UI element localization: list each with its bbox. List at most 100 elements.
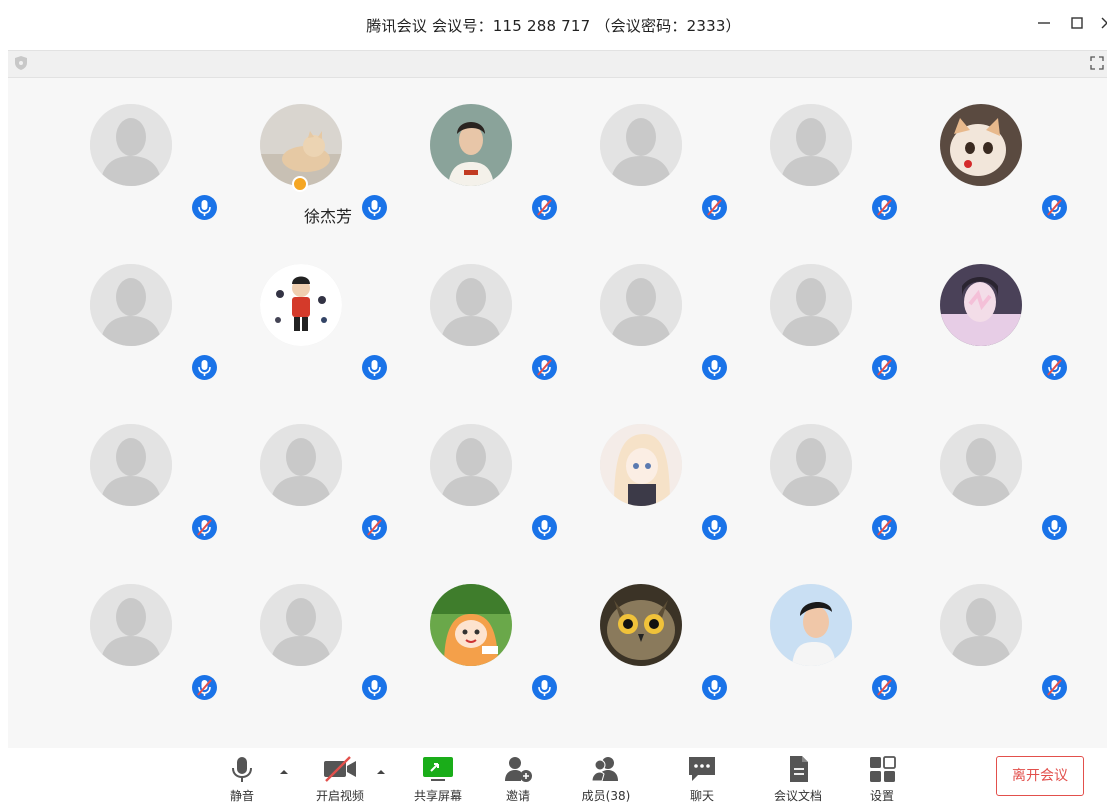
participant-avatar [940,424,1022,506]
participant-avatar [600,104,682,186]
invite-label: 邀请 [505,789,530,803]
participant-tile[interactable] [900,78,1070,228]
participant-tile[interactable] [390,238,560,388]
participant-avatar [770,424,852,506]
mute-options-caret[interactable] [279,762,289,774]
title-bar: 腾讯会议 会议号：115 288 717 （会议密码：2333） [0,0,1107,50]
start-video-button[interactable]: 开启视频 [308,754,372,804]
microphone-muted-icon [1042,195,1067,220]
microphone-muted-icon [532,355,557,380]
microphone-icon [362,675,387,700]
share-screen-icon [423,757,453,781]
participant-tile[interactable] [900,238,1070,388]
participant-avatar [260,584,342,666]
microphone-muted-icon [1042,675,1067,700]
microphone-muted-icon [872,675,897,700]
participant-avatar [90,424,172,506]
microphone-icon [702,355,727,380]
microphone-icon [232,757,252,782]
participant-tile[interactable] [900,398,1070,548]
participant-avatar [940,264,1022,346]
participant-tile[interactable] [390,558,560,708]
microphone-icon [192,195,217,220]
microphone-muted-icon [192,515,217,540]
microphone-icon [532,515,557,540]
mute-button[interactable]: 静音 [210,754,274,804]
participant-tile[interactable] [220,558,390,708]
microphone-muted-icon [362,515,387,540]
microphone-icon [192,355,217,380]
participant-avatar [600,424,682,506]
share-screen-button[interactable]: 共享屏幕 [406,754,470,804]
invite-icon [505,757,532,782]
maximize-icon[interactable] [1066,12,1088,34]
participant-avatar [430,104,512,186]
participant-avatar [770,584,852,666]
participant-tile[interactable]: 徐杰芳 [220,78,390,228]
settings-button[interactable]: 设置 [850,754,914,804]
participant-avatar [600,264,682,346]
participant-tile[interactable] [560,398,730,548]
participant-tile[interactable] [50,238,220,388]
microphone-icon [532,675,557,700]
participant-tile[interactable] [730,78,900,228]
participant-avatar [770,264,852,346]
mute-label: 静音 [229,789,254,803]
participant-name: 徐杰芳 [303,207,352,226]
meeting-docs-button[interactable]: 会议文档 [766,754,830,804]
microphone-muted-icon [872,515,897,540]
host-badge-icon [292,176,308,192]
participant-avatar [430,584,512,666]
participant-avatar [770,104,852,186]
microphone-muted-icon [872,355,897,380]
participant-tile[interactable] [390,78,560,228]
microphone-muted-icon [702,195,727,220]
close-icon[interactable] [1096,12,1107,34]
microphone-muted-icon [872,195,897,220]
participant-tile[interactable] [220,398,390,548]
microphone-muted-icon [192,675,217,700]
participant-tile[interactable] [560,558,730,708]
participant-avatar [430,264,512,346]
settings-label: 设置 [869,789,894,803]
participant-tile[interactable] [730,398,900,548]
participant-tile[interactable] [730,558,900,708]
info-strip [8,50,1107,78]
invite-button[interactable]: 邀请 [486,754,550,804]
microphone-icon [362,195,387,220]
shield-icon[interactable] [13,55,29,75]
participant-avatar [600,584,682,666]
participant-avatar [260,424,342,506]
participant-avatar [260,264,342,346]
participant-grid: 徐杰芳 [8,78,1107,748]
settings-icon [870,756,896,782]
bottom-toolbar: 静音 开启视频 共享屏幕 邀请 成员(38) 聊天 会议文档 设置 离开会议 [0,748,1107,805]
meeting-title: 腾讯会议 会议号：115 288 717 （会议密码：2333） [366,17,741,35]
participant-tile[interactable] [900,558,1070,708]
participant-tile[interactable] [50,398,220,548]
document-icon [790,756,808,782]
participant-tile[interactable] [390,398,560,548]
members-label: 成员(38) [581,789,631,803]
participant-tile[interactable] [560,238,730,388]
members-icon [591,757,618,782]
chat-button[interactable]: 聊天 [670,754,734,804]
participant-avatar [940,104,1022,186]
microphone-muted-icon [532,195,557,220]
participant-tile[interactable] [730,238,900,388]
share-label: 共享屏幕 [413,789,462,803]
fullscreen-icon[interactable] [1089,55,1105,75]
participant-tile[interactable] [560,78,730,228]
minimize-icon[interactable] [1033,12,1055,34]
leave-meeting-button[interactable]: 离开会议 [996,756,1084,796]
members-button[interactable]: 成员(38) [574,754,638,804]
microphone-icon [702,675,727,700]
video-options-caret[interactable] [376,762,386,774]
participant-tile[interactable] [50,78,220,228]
video-off-icon [324,756,356,782]
docs-label: 会议文档 [773,789,822,803]
participant-avatar [90,264,172,346]
participant-tile[interactable] [220,238,390,388]
participant-avatar [940,584,1022,666]
participant-tile[interactable] [50,558,220,708]
